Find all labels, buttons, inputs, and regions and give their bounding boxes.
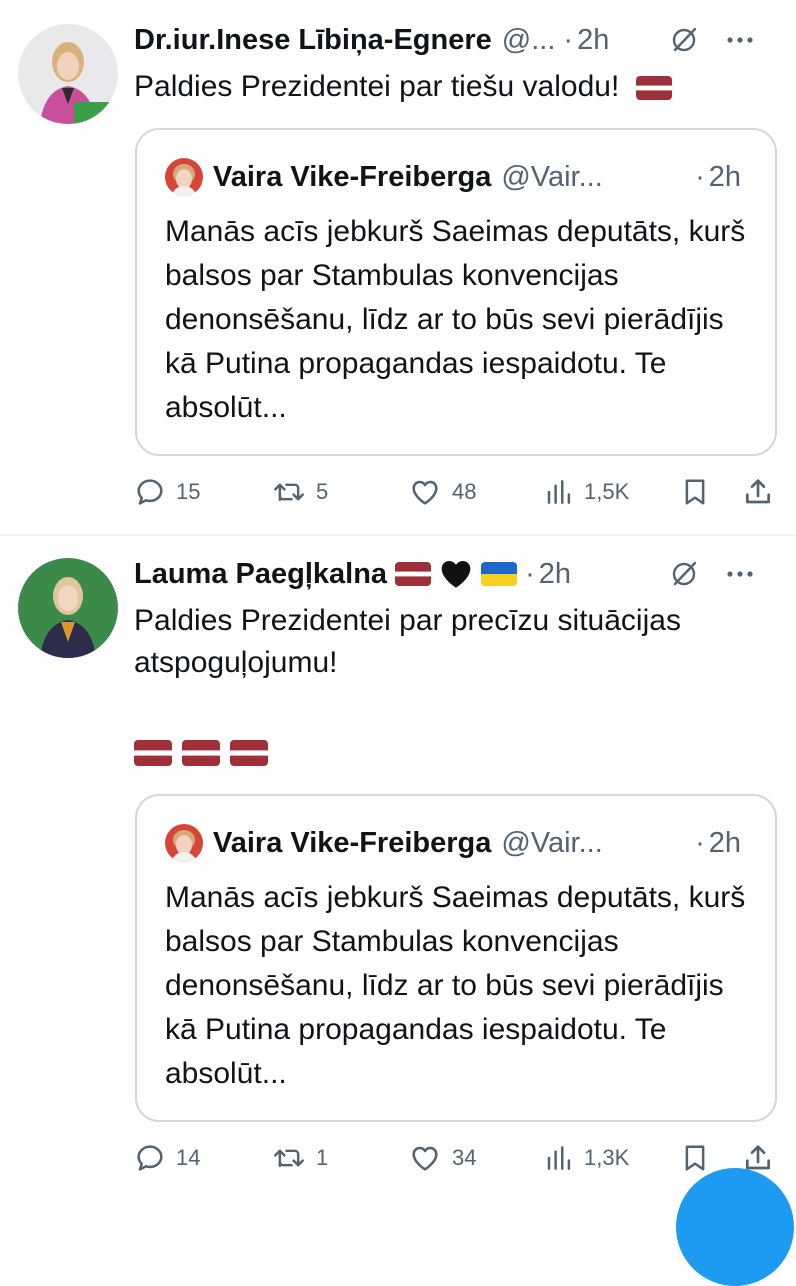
repost-icon	[274, 483, 304, 502]
views-icon	[547, 1146, 571, 1170]
tweet-actions: 14 1 34 1,3K	[134, 1138, 776, 1178]
grok-icon[interactable]	[670, 560, 698, 588]
author-avatar[interactable]	[18, 24, 118, 124]
views-count: 1,5K	[584, 479, 630, 504]
views-button[interactable]: 1,5K	[544, 472, 629, 512]
tweet-text-line: atspoguļojumu!	[134, 646, 338, 679]
views-icon	[547, 480, 571, 504]
reply-button[interactable]: 15	[134, 472, 200, 512]
tweet[interactable]: Lauma Paegļkalna · 2h Paldies Prezidente…	[0, 536, 796, 1200]
latvia-flag-icon	[395, 562, 432, 586]
tweet-header: Lauma Paegļkalna · 2h	[134, 554, 776, 594]
more-options-icon[interactable]	[726, 36, 754, 44]
post-time[interactable]: 2h	[539, 558, 571, 591]
reply-icon	[137, 1145, 163, 1171]
reply-count: 15	[176, 479, 201, 504]
quote-author-avatar	[165, 824, 203, 862]
author-name[interactable]: Lauma Paegļkalna	[134, 558, 387, 591]
flags-row	[134, 740, 268, 766]
quote-header: Vaira Vike-Freiberga @Vair... · 2h	[213, 156, 741, 198]
author-avatar[interactable]	[18, 558, 118, 658]
share-button[interactable]	[742, 472, 774, 512]
quoted-tweet[interactable]: Vaira Vike-Freiberga @Vair... · 2h Manās…	[135, 128, 777, 456]
separator-dot: ·	[563, 23, 574, 56]
tweet-text-line: Paldies Prezidentei par precīzu situācij…	[134, 604, 681, 637]
author-handle[interactable]: @...	[502, 24, 556, 57]
reply-button[interactable]: 14	[134, 1138, 200, 1178]
post-time[interactable]: 2h	[577, 24, 609, 57]
compose-post-button[interactable]	[676, 1168, 794, 1286]
views-count: 1,3K	[584, 1145, 630, 1170]
separator-dot: ·	[525, 557, 535, 590]
quote-author-handle: @Vair...	[501, 160, 603, 193]
heart-icon	[412, 1146, 438, 1171]
like-count: 34	[452, 1145, 477, 1170]
quote-time: 2h	[708, 826, 741, 859]
repost-button[interactable]: 1	[272, 1138, 328, 1178]
share-icon	[746, 479, 770, 504]
latvia-flag-icon	[635, 76, 672, 101]
reply-count: 14	[176, 1145, 201, 1170]
tweet-actions: 15 5 48 1,5K	[134, 472, 776, 512]
black-heart-icon	[439, 559, 473, 589]
repost-button[interactable]: 5	[272, 472, 328, 512]
bookmark-button[interactable]	[680, 1138, 710, 1178]
repost-icon	[274, 1149, 304, 1168]
quoted-tweet[interactable]: Vaira Vike-Freiberga @Vair... · 2h Manās…	[135, 794, 777, 1122]
quote-text: Manās acīs jebkurš Saeimas deputāts, kur…	[165, 215, 746, 424]
bookmark-icon	[685, 479, 705, 505]
quote-header: Vaira Vike-Freiberga @Vair... · 2h	[213, 822, 741, 864]
bookmark-button[interactable]	[680, 472, 710, 512]
more-options-icon[interactable]	[726, 570, 754, 578]
quote-text: Manās acīs jebkurš Saeimas deputāts, kur…	[165, 881, 746, 1090]
quote-author-name: Vaira Vike-Freiberga	[213, 826, 492, 859]
quote-author-avatar	[165, 158, 203, 196]
quote-author-name: Vaira Vike-Freiberga	[213, 160, 492, 193]
reply-icon	[137, 479, 163, 505]
heart-icon	[412, 480, 438, 505]
like-button[interactable]: 34	[408, 1138, 476, 1178]
latvia-flag-icon	[134, 740, 172, 766]
like-button[interactable]: 48	[408, 472, 476, 512]
latvia-flag-icon	[230, 740, 268, 766]
author-name[interactable]: Dr.iur.Inese Lībiņa-Egnere	[134, 24, 492, 57]
tweet-text: Paldies Prezidentei par tiešu valodu!	[134, 70, 620, 103]
tweet-text-block: Paldies Prezidentei par precīzu situācij…	[134, 600, 772, 684]
repost-count: 1	[316, 1145, 329, 1170]
tweet-text-block: Paldies Prezidentei par tiešu valodu!	[134, 66, 772, 108]
tweet-header: Dr.iur.Inese Lībiņa-Egnere @... · 2h	[134, 20, 776, 60]
separator-dot: ·	[695, 160, 705, 193]
tweet[interactable]: Dr.iur.Inese Lībiņa-Egnere @... · 2h Pal…	[0, 0, 796, 534]
separator-dot: ·	[695, 826, 705, 859]
like-count: 48	[452, 479, 477, 504]
quote-author-handle: @Vair...	[501, 826, 603, 859]
views-button[interactable]: 1,3K	[544, 1138, 629, 1178]
grok-icon[interactable]	[670, 26, 698, 54]
quote-time: 2h	[708, 160, 741, 193]
bookmark-icon	[685, 1145, 705, 1171]
repost-count: 5	[316, 479, 329, 504]
latvia-flag-icon	[182, 740, 220, 766]
ukraine-flag-icon	[481, 562, 518, 586]
